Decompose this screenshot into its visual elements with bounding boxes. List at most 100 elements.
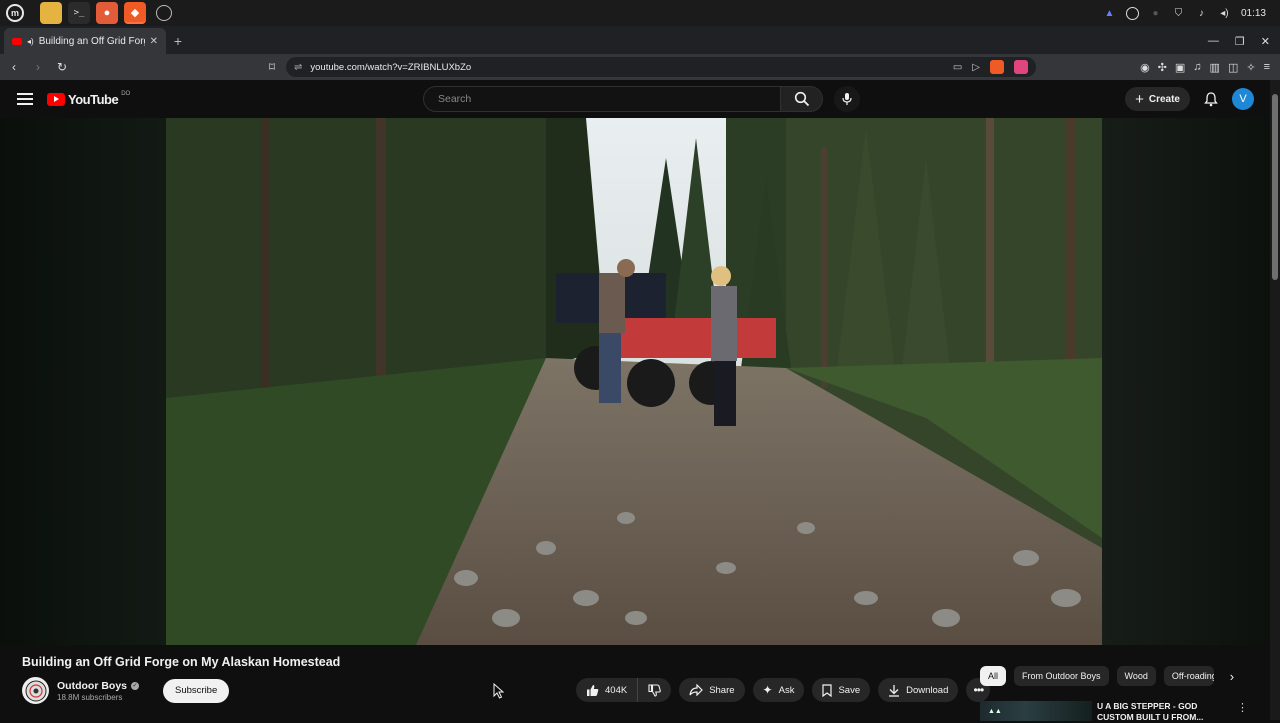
ambient-glow-right [1102,118,1270,645]
sparkle-icon: ✦ [762,683,773,697]
tab-youtube[interactable]: ◂) Building an Off Grid Forge ✕ [4,28,166,54]
download-icon [889,684,900,697]
brave-rewards-icon[interactable] [1014,60,1028,74]
youtube-masthead: YouTube DO Search + Create V [0,80,1280,118]
close-window-icon[interactable]: ✕ [1261,35,1270,48]
download-label: Download [906,684,949,696]
puzzle-icon[interactable]: ✣ [1158,61,1167,74]
guide-menu-icon[interactable] [13,87,37,111]
share-icon [689,684,704,696]
bookmark-save-icon [822,683,833,697]
download-button[interactable]: Download [878,678,959,702]
update-icon[interactable] [1125,6,1139,20]
share-label: Share [709,684,735,696]
chevron-right-icon[interactable]: › [1222,666,1242,686]
window-controls: — ❐ ✕ [1208,28,1280,54]
cast-icon[interactable]: ▭ [953,62,962,73]
forward-icon[interactable]: › [28,57,48,77]
ask-label: Ask [778,684,795,696]
reload-icon[interactable]: ↻ [52,57,72,77]
subscribe-button[interactable]: Subscribe [163,678,230,703]
speaker-icon[interactable]: ◂) [27,37,34,46]
back-icon[interactable]: ‹ [4,57,24,77]
taskbar-apps: >_ ● ◆ [40,2,172,24]
page-scrollbar[interactable] [1270,80,1280,720]
browser-menu-icon[interactable]: ≡ [1264,61,1270,73]
system-tray: ▲ ● ⛉ ♪ ◂) 01:13 [1103,6,1280,20]
thumbs-down-icon [648,683,662,697]
video-actions: 404K Share ✦ Ask Save Download ••• [576,678,991,702]
os-top-panel: m >_ ● ◆ ▲ ● ⛉ ♪ ◂) 01:13 [0,0,1280,26]
channel-name-label[interactable]: Outdoor Boys [57,680,127,692]
shield-icon[interactable]: ⛉ [1172,7,1185,20]
channel-avatar[interactable] [22,677,49,704]
extensions-bar: ◉ ✣ ▣ ♫ ▥ ◫ ✧ ≡ [1140,61,1280,74]
voice-search-button[interactable] [834,86,860,112]
notifications-bell-icon[interactable] [1204,91,1218,107]
mouse-cursor-icon [493,683,505,699]
terminal-icon[interactable]: >_ [68,2,90,24]
sidebar-icon[interactable]: ▥ [1210,61,1220,74]
mountain-icon[interactable]: ▲ [1103,7,1116,20]
search-button[interactable] [781,86,823,112]
masthead-actions: + Create V [1125,87,1254,111]
video-frame[interactable] [166,118,1102,645]
country-code: DO [121,91,131,97]
music-icon[interactable]: ♫ [1193,61,1201,73]
url-text[interactable]: youtube.com/watch?v=ZRIBNLUXbZo [310,62,471,73]
linux-mint-icon: m [6,4,24,22]
chip-from-channel[interactable]: From Outdoor Boys [1014,666,1109,686]
tab-close-icon[interactable]: ✕ [150,36,158,47]
channel-name[interactable]: Outdoor Boys ✓ [57,680,139,692]
tab-title: Building an Off Grid Forge [38,35,145,47]
chip-off-roading[interactable]: Off-roading [1163,666,1214,686]
search-input[interactable]: Search [423,86,781,112]
save-button[interactable]: Save [812,678,871,702]
ambient-glow-left [0,118,166,645]
tab-strip: ◂) Building an Off Grid Forge ✕ + — ❐ ✕ [0,26,1280,54]
recommended-menu-icon[interactable]: ⋮ [1237,701,1248,714]
send-icon[interactable]: ▷ [972,62,980,73]
watch-metadata: Building an Off Grid Forge on My Alaskan… [0,645,1270,722]
firefox-icon[interactable]: ● [96,2,118,24]
files-icon[interactable] [40,2,62,24]
subscriber-count: 18.8M subscribers [57,692,123,702]
vpn-icon[interactable]: ◫ [1228,61,1238,74]
menu-launcher[interactable]: m [0,0,30,26]
ask-button[interactable]: ✦ Ask [752,678,805,702]
notification-icon[interactable]: ♪ [1195,7,1208,20]
chrome-icon[interactable] [156,5,172,21]
wallet-icon[interactable]: ▣ [1175,61,1185,74]
video-player[interactable] [0,118,1270,645]
clock[interactable]: 01:13 [1241,8,1266,19]
brave-shields-icon[interactable] [990,60,1004,74]
like-button[interactable]: 404K [576,678,639,702]
extension-icon[interactable]: ◉ [1140,61,1150,74]
volume-icon[interactable]: ◂) [1218,7,1231,20]
channel-logo-icon [25,680,46,701]
thumbnail-badge: ▲▲ [988,707,1002,715]
site-info-icon[interactable]: ⇌ [294,62,302,73]
create-button[interactable]: + Create [1125,87,1190,111]
address-bar[interactable]: ⇌ youtube.com/watch?v=ZRIBNLUXbZo ▭ ▷ [286,57,1036,77]
minimize-icon[interactable]: — [1208,35,1219,47]
scrollbar-thumb[interactable] [1272,94,1278,280]
restore-icon[interactable]: ❐ [1235,35,1245,48]
account-avatar[interactable]: V [1232,88,1254,110]
recommended-thumbnail[interactable]: ▲▲ [980,701,1092,721]
save-label: Save [838,684,861,696]
ai-icon[interactable]: ✧ [1246,61,1255,74]
share-button[interactable]: Share [679,678,745,702]
new-tab-button[interactable]: + [166,28,190,54]
search-bar: Search [423,86,860,112]
video-title: Building an Off Grid Forge on My Alaskan… [22,655,341,669]
indicator-icon[interactable]: ● [1149,7,1162,20]
plus-icon: + [1135,90,1144,108]
chip-all[interactable]: All [980,666,1007,686]
bookmark-icon[interactable]: ⌑ [262,57,282,77]
dislike-button[interactable] [638,678,671,702]
chip-wood[interactable]: Wood [1116,666,1156,686]
brave-icon[interactable]: ◆ [124,2,146,24]
youtube-logo[interactable]: YouTube DO [47,91,131,107]
youtube-play-icon [47,92,65,106]
